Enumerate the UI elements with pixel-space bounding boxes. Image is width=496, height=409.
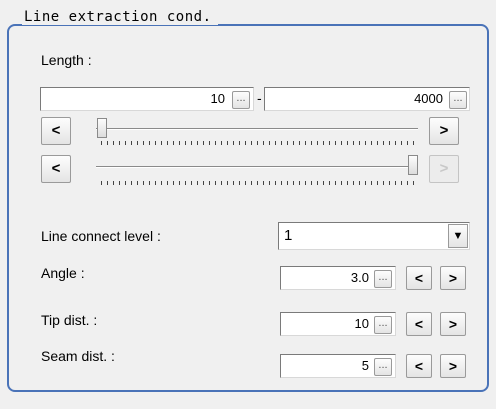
max-slider-track[interactable] xyxy=(96,166,418,168)
tip-dist-value: 10 xyxy=(354,316,369,331)
angle-value: 3.0 xyxy=(350,270,369,285)
length-label: Length : xyxy=(41,52,92,68)
length-max-ellipsis-button[interactable]: ... xyxy=(449,91,467,109)
tip-dist-label: Tip dist. : xyxy=(41,312,98,328)
line-connect-select[interactable]: 1 ▼ xyxy=(278,222,470,250)
tip-dist-decrement-button[interactable]: < xyxy=(406,312,432,336)
max-slider-thumb[interactable] xyxy=(408,155,418,175)
angle-increment-button[interactable]: > xyxy=(440,266,466,290)
min-slider-ticks xyxy=(101,141,416,145)
min-slider-track[interactable] xyxy=(96,128,418,130)
line-connect-value: 1 xyxy=(284,227,293,244)
length-max-value: 4000 xyxy=(414,91,443,106)
seam-dist-label: Seam dist. : xyxy=(41,348,115,364)
length-min-input[interactable]: 10 xyxy=(40,87,254,111)
line-extraction-group xyxy=(7,24,489,392)
group-title: Line extraction cond. xyxy=(22,9,218,25)
length-separator: - xyxy=(257,90,262,106)
min-slider-right-button[interactable]: > xyxy=(429,117,459,145)
chevron-down-icon[interactable]: ▼ xyxy=(448,224,468,248)
max-slider-left-button[interactable]: < xyxy=(41,155,71,183)
angle-ellipsis-button[interactable]: ... xyxy=(374,270,392,288)
max-slider-right-button[interactable]: > xyxy=(429,155,459,183)
length-min-value: 10 xyxy=(210,91,225,106)
seam-dist-ellipsis-button[interactable]: ... xyxy=(374,358,392,376)
tip-dist-increment-button[interactable]: > xyxy=(440,312,466,336)
angle-decrement-button[interactable]: < xyxy=(406,266,432,290)
min-slider-left-button[interactable]: < xyxy=(41,117,71,145)
seam-dist-decrement-button[interactable]: < xyxy=(406,354,432,378)
length-max-input[interactable]: 4000 xyxy=(264,87,470,111)
angle-label: Angle : xyxy=(41,265,85,281)
seam-dist-value: 5 xyxy=(361,358,369,373)
line-connect-label: Line connect level : xyxy=(41,228,161,244)
length-min-ellipsis-button[interactable]: ... xyxy=(232,91,250,109)
tip-dist-ellipsis-button[interactable]: ... xyxy=(374,316,392,334)
max-slider-ticks xyxy=(101,181,416,185)
seam-dist-increment-button[interactable]: > xyxy=(440,354,466,378)
min-slider-thumb[interactable] xyxy=(96,118,107,138)
